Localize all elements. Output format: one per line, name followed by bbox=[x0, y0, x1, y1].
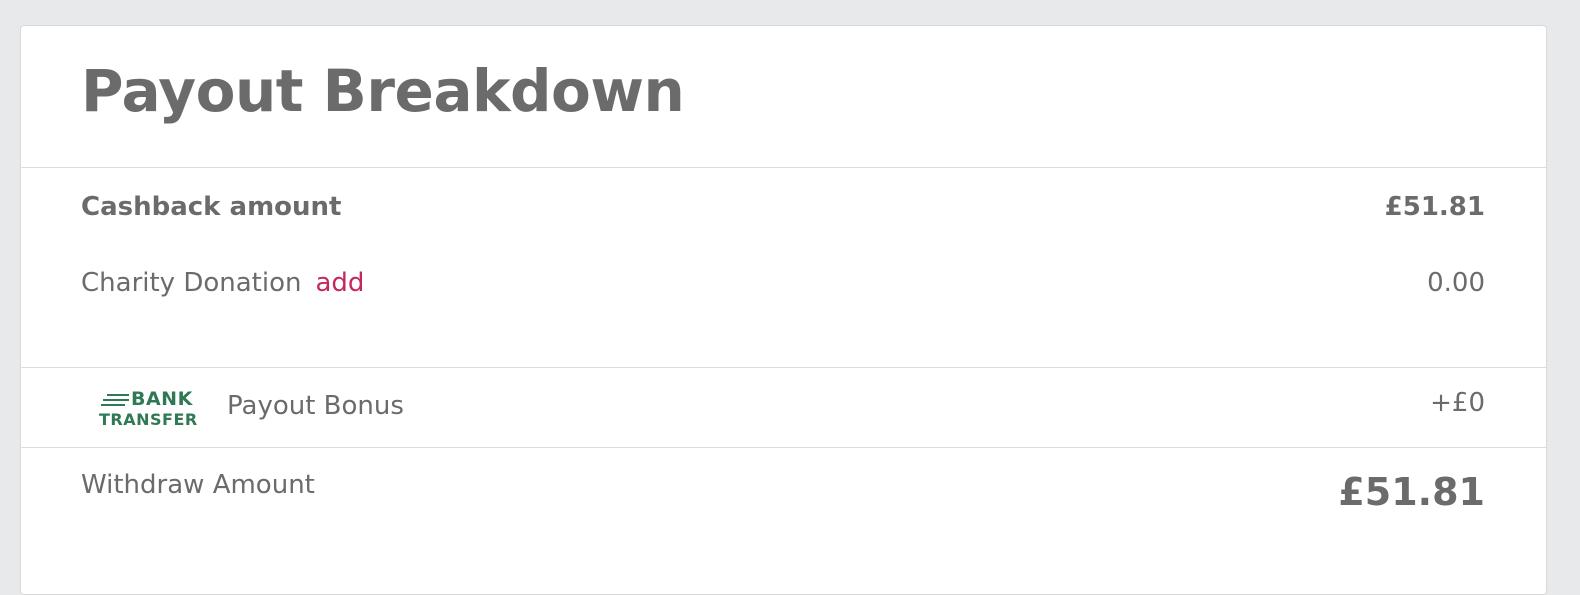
bonus-divider bbox=[21, 447, 1546, 448]
charity-label-group: Charity Donation add bbox=[81, 268, 364, 298]
withdraw-row: Withdraw Amount £51.81 bbox=[81, 470, 1485, 520]
payout-bonus-value: +£0 bbox=[1430, 388, 1485, 418]
payout-breakdown-card: Payout Breakdown Cashback amount £51.81 … bbox=[20, 25, 1547, 595]
payout-bonus-label: Payout Bonus bbox=[227, 391, 404, 421]
cashback-row: Cashback amount £51.81 bbox=[81, 192, 1485, 228]
bank-transfer-lines-icon bbox=[101, 394, 129, 409]
charity-row: Charity Donation add 0.00 bbox=[81, 268, 1485, 304]
page-title: Payout Breakdown bbox=[81, 57, 685, 125]
charity-value: 0.00 bbox=[1427, 268, 1485, 298]
withdraw-label: Withdraw Amount bbox=[81, 470, 315, 500]
cashback-label: Cashback amount bbox=[81, 192, 342, 222]
withdraw-value: £51.81 bbox=[1338, 470, 1485, 514]
charity-label: Charity Donation bbox=[81, 268, 302, 298]
header-divider bbox=[21, 167, 1546, 168]
payout-bonus-row: BANK TRANSFER Payout Bonus +£0 bbox=[81, 388, 1485, 430]
transfer-logo-word: TRANSFER bbox=[99, 410, 198, 429]
bank-logo-word: BANK bbox=[131, 388, 193, 410]
add-charity-link[interactable]: add bbox=[315, 268, 364, 298]
charity-divider bbox=[21, 367, 1546, 368]
bank-transfer-logo: BANK TRANSFER bbox=[99, 388, 199, 430]
cashback-value: £51.81 bbox=[1384, 192, 1485, 222]
